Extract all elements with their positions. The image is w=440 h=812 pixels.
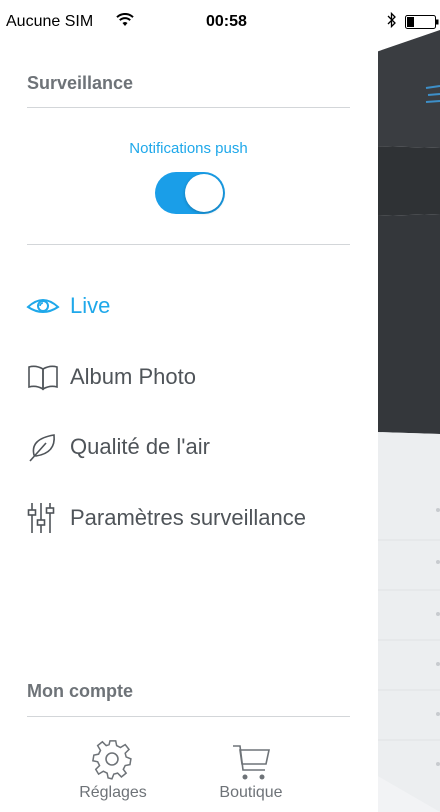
- leaf-icon: [26, 431, 66, 463]
- menu-item-live[interactable]: Live: [26, 286, 110, 326]
- battery-icon: [405, 15, 440, 34]
- clock: 00:58: [206, 13, 247, 30]
- notifications-push-toggle[interactable]: [155, 172, 225, 214]
- side-menu: Surveillance Notifications push Live Alb…: [0, 0, 378, 812]
- menu-item-air-quality[interactable]: Qualité de l'air: [26, 427, 210, 467]
- menu-item-label: Live: [70, 293, 111, 318]
- divider: [27, 244, 350, 245]
- status-bar: Aucune SIM 00:58: [0, 0, 440, 40]
- main-content-peek[interactable]: [376, 0, 440, 812]
- menu-item-surveillance-settings[interactable]: Paramètres surveillance: [26, 498, 306, 538]
- sliders-icon: [26, 502, 66, 534]
- shop-label: Boutique: [219, 784, 283, 801]
- bluetooth-icon: [387, 11, 397, 34]
- section-title-account: Mon compte: [27, 681, 133, 701]
- menu-item-label: Album Photo: [70, 364, 196, 389]
- wifi-icon: [116, 13, 134, 32]
- cart-icon: [196, 736, 306, 782]
- shop-button[interactable]: Boutique: [196, 736, 306, 802]
- divider: [27, 107, 350, 108]
- settings-label: Réglages: [79, 784, 147, 801]
- notifications-push-label: Notifications push: [129, 140, 248, 157]
- section-title-surveillance: Surveillance: [27, 73, 134, 93]
- toggle-knob: [185, 174, 223, 212]
- eye-icon: [26, 290, 66, 322]
- book-icon: [26, 361, 66, 393]
- divider: [27, 716, 350, 717]
- settings-button[interactable]: Réglages: [58, 736, 168, 802]
- carrier-label: Aucune SIM: [6, 13, 94, 30]
- menu-item-label: Qualité de l'air: [70, 434, 210, 459]
- menu-item-label: Paramètres surveillance: [70, 505, 306, 530]
- menu-item-album-photo[interactable]: Album Photo: [26, 357, 196, 397]
- app-screen: Aucune SIM 00:58 Surveillance Notificati…: [0, 0, 440, 812]
- gear-icon: [58, 736, 168, 782]
